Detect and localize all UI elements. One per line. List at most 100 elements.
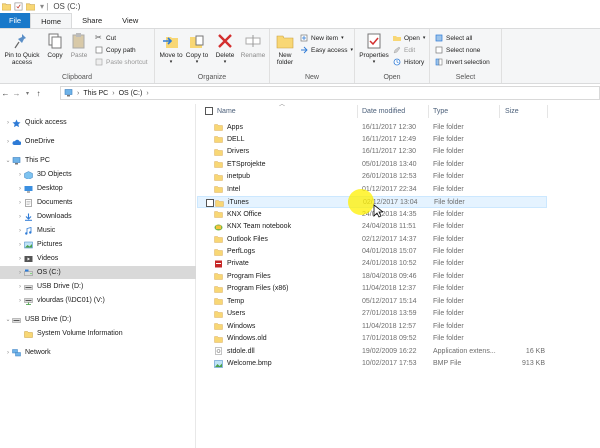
- file-row[interactable]: ETSprojekte 05/01/2018 13:40 File folder: [197, 158, 547, 170]
- file-row[interactable]: Windows.old 17/01/2018 09:52 File folder: [197, 333, 547, 345]
- nav-item[interactable]: › OneDrive: [0, 135, 196, 148]
- tab-file[interactable]: File: [0, 13, 31, 28]
- file-row[interactable]: Outlook Files 02/12/2017 14:37 File folder: [197, 233, 547, 245]
- tab-view[interactable]: View: [112, 13, 148, 28]
- copy-path-button[interactable]: Copy path: [95, 45, 136, 55]
- nav-item[interactable]: › Music: [0, 224, 196, 237]
- nav-item[interactable]: › Downloads: [0, 210, 196, 223]
- file-name-cell[interactable]: KNX Office: [214, 208, 262, 220]
- forward-button[interactable]: →: [11, 89, 22, 98]
- customize-quick-access-icon[interactable]: ▾ |: [40, 2, 48, 11]
- invert-selection-button[interactable]: Invert selection: [435, 57, 490, 67]
- nav-item[interactable]: › vlourdas (\\DC01) (V:): [0, 294, 196, 307]
- chevron-right-icon[interactable]: ›: [16, 172, 24, 178]
- copy-button[interactable]: Copy: [44, 32, 66, 59]
- new-folder-icon[interactable]: [26, 2, 35, 11]
- chevron-right-icon[interactable]: ›: [16, 270, 24, 276]
- edit-button[interactable]: Edit: [393, 45, 415, 55]
- file-name-cell[interactable]: Program Files (x86): [214, 283, 288, 295]
- select-all-checkbox[interactable]: [205, 107, 213, 115]
- properties-icon[interactable]: [14, 2, 23, 11]
- file-row[interactable]: KNX Office 24/04/2018 14:35 File folder: [197, 208, 547, 220]
- chevron-right-icon[interactable]: ›: [16, 256, 24, 262]
- recent-locations-icon[interactable]: ▾: [22, 90, 33, 97]
- file-row[interactable]: Temp 05/12/2017 15:14 File folder: [197, 295, 547, 307]
- file-row[interactable]: Drivers 16/11/2017 12:30 File folder: [197, 146, 547, 158]
- chevron-right-icon[interactable]: ›: [16, 242, 24, 248]
- history-button[interactable]: History: [393, 57, 424, 67]
- file-row[interactable]: Users 27/01/2018 13:59 File folder: [197, 308, 547, 320]
- nav-item[interactable]: › Network: [0, 346, 196, 359]
- chevron-right-icon[interactable]: ›: [16, 214, 24, 220]
- nav-item[interactable]: ⌄ USB Drive (D:): [0, 313, 196, 326]
- nav-item[interactable]: System Volume Information: [0, 327, 196, 340]
- file-name-cell[interactable]: Windows.old: [214, 333, 267, 345]
- up-button[interactable]: ↑: [33, 89, 44, 98]
- file-row[interactable]: KNX Team notebook 24/04/2018 11:51 File fo…: [197, 221, 547, 233]
- chevron-right-icon[interactable]: ›: [4, 139, 12, 145]
- file-name-cell[interactable]: Intel: [214, 183, 240, 195]
- nav-item[interactable]: ⌄ This PC: [0, 154, 196, 167]
- file-name-cell[interactable]: Welcome.bmp: [214, 358, 272, 370]
- nav-item[interactable]: › Documents: [0, 196, 196, 209]
- row-checkbox[interactable]: [206, 198, 214, 207]
- file-name-cell[interactable]: Private: [214, 258, 249, 270]
- paste-button[interactable]: Paste: [68, 32, 90, 59]
- file-row[interactable]: Program Files 18/04/2018 09:46 File folder: [197, 270, 547, 282]
- column-header-type[interactable]: Type: [433, 105, 448, 118]
- chevron-right-icon[interactable]: ›: [4, 120, 12, 126]
- file-name-cell[interactable]: Windows: [214, 320, 255, 332]
- file-name-cell[interactable]: Drivers: [214, 146, 249, 158]
- column-header-name[interactable]: Name: [217, 105, 236, 118]
- file-name-cell[interactable]: Apps: [214, 121, 243, 133]
- file-name-cell[interactable]: ETSprojekte: [214, 158, 266, 170]
- nav-item[interactable]: › OS (C:): [0, 266, 196, 279]
- column-header-date[interactable]: Date modified: [362, 105, 405, 118]
- file-row[interactable]: Welcome.bmp 10/02/2017 17:53 BMP File 913 K…: [197, 358, 547, 370]
- chevron-right-icon[interactable]: ›: [16, 298, 24, 304]
- paste-shortcut-button[interactable]: Paste shortcut: [95, 57, 148, 67]
- nav-item[interactable]: › Quick access: [0, 116, 196, 129]
- file-row[interactable]: Program Files (x86) 11/04/2018 12:37 File …: [197, 283, 547, 295]
- open-button[interactable]: Open ▾: [393, 33, 425, 43]
- breadcrumb-this-pc[interactable]: This PC: [83, 90, 108, 97]
- nav-item[interactable]: › Pictures: [0, 238, 196, 251]
- nav-item[interactable]: › USB Drive (D:): [0, 280, 196, 293]
- file-name-cell[interactable]: Outlook Files: [214, 233, 268, 245]
- select-none-button[interactable]: Select none: [435, 45, 480, 55]
- new-folder-button[interactable]: New folder: [273, 32, 297, 66]
- nav-item[interactable]: › Videos: [0, 252, 196, 265]
- file-row[interactable]: Intel 01/12/2017 22:34 File folder: [197, 183, 547, 195]
- file-name-cell[interactable]: stdole.dll: [214, 345, 255, 357]
- chevron-right-icon[interactable]: ›: [16, 186, 24, 192]
- address-bar[interactable]: › This PC › OS (C:) ›: [60, 86, 600, 100]
- file-name-cell[interactable]: KNX Team notebook: [214, 221, 291, 233]
- file-name-cell[interactable]: PerfLogs: [214, 246, 255, 258]
- move-to-button[interactable]: Move to ▾: [159, 32, 183, 66]
- file-name-cell[interactable]: DELL: [214, 133, 245, 145]
- easy-access-button[interactable]: Easy access ▾: [300, 45, 353, 55]
- file-name-cell[interactable]: Users: [214, 308, 245, 320]
- chevron-right-icon[interactable]: ›: [4, 350, 12, 356]
- nav-item[interactable]: › 3D Objects: [0, 168, 196, 181]
- tab-home[interactable]: Home: [30, 13, 73, 28]
- column-header-size[interactable]: Size: [505, 105, 519, 118]
- nav-item[interactable]: › Desktop: [0, 182, 196, 195]
- file-name-cell[interactable]: inetpub: [214, 171, 250, 183]
- file-row[interactable]: PerfLogs 04/01/2018 15:07 File folder: [197, 246, 547, 258]
- cut-button[interactable]: ✂ Cut: [95, 33, 116, 43]
- chevron-down-icon[interactable]: ⌄: [4, 157, 12, 164]
- chevron-right-icon[interactable]: ›: [16, 200, 24, 206]
- file-row[interactable]: inetpub 26/01/2018 12:53 File folder: [197, 171, 547, 183]
- tab-share[interactable]: Share: [72, 13, 112, 28]
- file-name-cell[interactable]: Program Files: [214, 270, 271, 282]
- new-item-button[interactable]: New item ▾: [300, 33, 344, 43]
- chevron-down-icon[interactable]: ⌄: [4, 316, 12, 323]
- file-row[interactable]: DELL 16/11/2017 12:49 File folder: [197, 133, 547, 145]
- rename-button[interactable]: Rename: [239, 32, 267, 59]
- file-row[interactable]: Windows 11/04/2018 12:57 File folder: [197, 320, 547, 332]
- file-name-cell[interactable]: Temp: [214, 295, 244, 307]
- file-row[interactable]: Private 24/01/2018 10:52 File folder: [197, 258, 547, 270]
- file-row[interactable]: stdole.dll 19/02/2009 16:22 Application ex…: [197, 345, 547, 357]
- select-all-button[interactable]: Select all: [435, 33, 472, 43]
